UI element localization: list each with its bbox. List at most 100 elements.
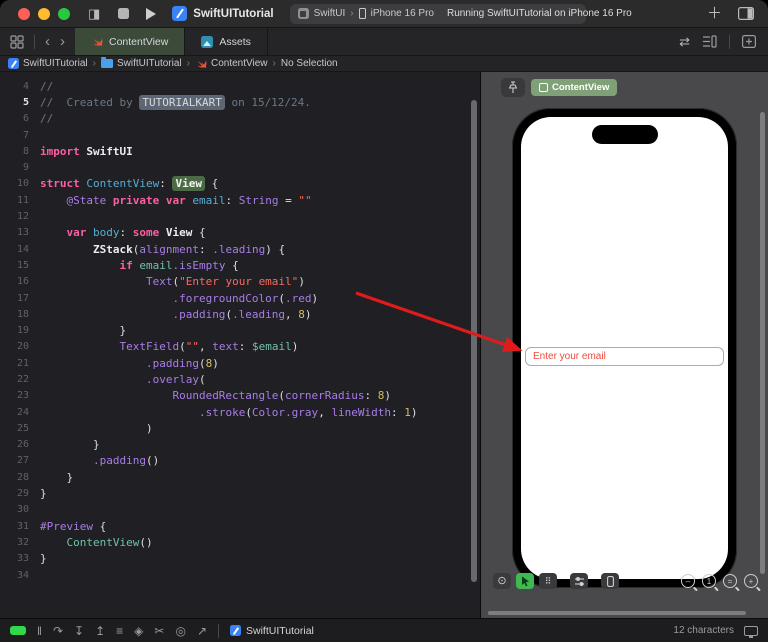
memory-graph-icon[interactable]: ◈ [134, 625, 143, 637]
line-number[interactable]: 22 [0, 374, 40, 385]
line-number[interactable]: 11 [0, 195, 40, 206]
line-number[interactable]: 25 [0, 423, 40, 434]
preview-target-badge[interactable]: ContentView [531, 79, 618, 96]
breakpoints-toggle[interactable] [10, 626, 26, 635]
line-number[interactable]: 12 [0, 211, 40, 222]
code-line[interactable]: 7 [0, 127, 480, 143]
line-number[interactable]: 17 [0, 293, 40, 304]
step-over-icon[interactable]: ↷ [53, 625, 63, 637]
line-number[interactable]: 28 [0, 472, 40, 483]
running-process[interactable]: SwiftUITutorial [230, 625, 314, 637]
minimize-window-button[interactable] [38, 7, 50, 20]
line-number[interactable]: 5 [0, 97, 40, 108]
line-number[interactable]: 4 [0, 81, 40, 92]
line-number[interactable]: 9 [0, 162, 40, 173]
device-settings-button[interactable] [570, 573, 588, 589]
line-number[interactable]: 24 [0, 407, 40, 418]
line-number[interactable]: 30 [0, 504, 40, 515]
code-line[interactable]: 19 } [0, 322, 480, 338]
tab-contentview[interactable]: ContentView [75, 28, 186, 55]
destination-label[interactable]: iPhone 16 Pro [371, 8, 434, 19]
code-line[interactable]: 26 } [0, 437, 480, 453]
line-number[interactable]: 23 [0, 390, 40, 401]
back-icon[interactable]: ‹ [45, 33, 50, 50]
close-window-button[interactable] [18, 7, 30, 20]
line-number[interactable]: 7 [0, 130, 40, 141]
code-line[interactable]: 23 RoundedRectangle(cornerRadius: 8) [0, 388, 480, 404]
code-line[interactable]: 33} [0, 551, 480, 567]
line-number[interactable]: 15 [0, 260, 40, 271]
editor-scrollbar[interactable] [471, 100, 477, 582]
code-line[interactable]: 22 .overlay( [0, 371, 480, 387]
line-number[interactable]: 16 [0, 276, 40, 287]
line-number[interactable]: 33 [0, 553, 40, 564]
step-into-icon[interactable]: ↧ [74, 625, 84, 637]
line-number[interactable]: 26 [0, 439, 40, 450]
related-items-swap-icon[interactable]: ⇄ [679, 35, 690, 48]
scheme-destination-bar[interactable]: SwiftUI › iPhone 16 Pro Running SwiftUIT… [289, 3, 632, 24]
pause-icon[interactable]: ‖ [37, 625, 42, 637]
selectable-mode-button[interactable] [516, 573, 534, 589]
line-number[interactable]: 20 [0, 341, 40, 352]
preview-device-button[interactable] [601, 573, 619, 589]
code-line[interactable]: 24 .stroke(Color.gray, lineWidth: 1) [0, 404, 480, 420]
code-line[interactable]: 11 @State private var email: String = "" [0, 192, 480, 208]
preview-email-textfield[interactable]: Enter your email [525, 347, 724, 366]
code-line[interactable]: 32 ContentView() [0, 534, 480, 550]
forward-icon[interactable]: › [60, 33, 65, 50]
line-number[interactable]: 32 [0, 537, 40, 548]
code-line[interactable]: 15 if email.isEmpty { [0, 257, 480, 273]
line-number[interactable]: 34 [0, 570, 40, 581]
code-line[interactable]: 4// [0, 78, 480, 94]
canvas-horizontal-scrollbar[interactable] [488, 611, 746, 615]
line-number[interactable]: 19 [0, 325, 40, 336]
line-number[interactable]: 31 [0, 521, 40, 532]
code-line[interactable]: 28 } [0, 469, 480, 485]
source-editor[interactable]: 4//5// Created by TUTORIALKART on 15/12/… [0, 72, 480, 618]
zoom-actual-size-button[interactable]: 1 [702, 574, 716, 588]
code-line[interactable]: 14 ZStack(alignment: .leading) { [0, 241, 480, 257]
code-line[interactable]: 5// Created by TUTORIALKART on 15/12/24. [0, 94, 480, 110]
pin-preview-button[interactable] [501, 78, 525, 97]
zoom-in-button[interactable]: + [744, 574, 758, 588]
code-line[interactable]: 18 .padding(.leading, 8) [0, 306, 480, 322]
code-line[interactable]: 6// [0, 111, 480, 127]
add-editor-icon[interactable] [742, 35, 756, 48]
editor-options-icon[interactable] [738, 7, 754, 20]
code-line[interactable]: 16 Text("Enter your email") [0, 274, 480, 290]
tab-assets[interactable]: Assets [185, 28, 268, 55]
stop-button[interactable] [118, 8, 130, 19]
breadcrumb-selection[interactable]: No Selection [281, 58, 338, 69]
code-line[interactable]: 13 var body: some View { [0, 225, 480, 241]
display-icon[interactable] [744, 625, 758, 638]
code-line[interactable]: 9 [0, 159, 480, 175]
run-button[interactable] [146, 7, 157, 20]
canvas-vertical-scrollbar[interactable] [760, 112, 765, 574]
code-line[interactable]: 17 .foregroundColor(.red) [0, 290, 480, 306]
code-line[interactable]: 20 TextField("", text: $email) [0, 339, 480, 355]
variants-button[interactable]: ⠿ [539, 573, 557, 589]
code-line[interactable]: 12 [0, 208, 480, 224]
step-out-icon[interactable]: ↥ [95, 625, 105, 637]
line-number[interactable]: 8 [0, 146, 40, 157]
code-line[interactable]: 8 import SwiftUI [0, 143, 480, 159]
code-line[interactable]: 34 [0, 567, 480, 583]
zoom-out-button[interactable]: – [681, 574, 695, 588]
navigator-sidebar-toggle-icon[interactable]: ◨ [88, 7, 100, 20]
line-number[interactable]: 6 [0, 113, 40, 124]
live-preview-button[interactable]: ⊙ [493, 573, 511, 589]
line-number[interactable]: 13 [0, 227, 40, 238]
code-line[interactable]: 29} [0, 485, 480, 501]
zoom-fit-button[interactable]: = [723, 574, 737, 588]
line-number[interactable]: 18 [0, 309, 40, 320]
library-plus-icon[interactable]: ＋ [707, 6, 722, 21]
line-number[interactable]: 29 [0, 488, 40, 499]
environment-overrides-icon[interactable]: ✂ [154, 625, 164, 637]
line-number[interactable]: 14 [0, 244, 40, 255]
scheme-label[interactable]: SwiftUI [314, 8, 346, 19]
line-number[interactable]: 10 [0, 178, 40, 189]
line-number[interactable]: 21 [0, 358, 40, 369]
breadcrumb-group[interactable]: SwiftUITutorial [101, 57, 182, 69]
code-line[interactable]: 27 .padding() [0, 453, 480, 469]
code-line[interactable]: 30 [0, 502, 480, 518]
